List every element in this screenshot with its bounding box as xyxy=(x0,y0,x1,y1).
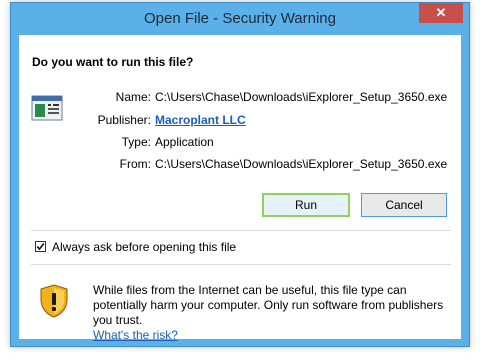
checkmark-icon xyxy=(36,243,45,251)
dialog-body: Do you want to run this file? Name: C:\U… xyxy=(19,35,461,342)
name-value: C:\Users\Chase\Downloads\iExplorer_Setup… xyxy=(155,90,448,104)
type-label: Type: xyxy=(121,135,151,149)
name-label: Name: xyxy=(115,90,151,104)
from-label: From: xyxy=(119,157,151,171)
warning-message: While files from the Internet can be use… xyxy=(93,283,453,343)
security-shield-warning-icon xyxy=(39,284,69,323)
publisher-label: Publisher: xyxy=(97,113,151,127)
close-button[interactable]: ✕ xyxy=(419,3,463,23)
whats-the-risk-link[interactable]: What's the risk? xyxy=(93,328,178,342)
publisher-link[interactable]: Macroplant LLC xyxy=(155,113,246,127)
type-value: Application xyxy=(155,135,214,149)
security-warning-window: Open File - Security Warning ✕ Do you wa… xyxy=(10,2,470,347)
dialog-question: Do you want to run this file? xyxy=(32,55,194,69)
always-ask-label[interactable]: Always ask before opening this file xyxy=(52,240,236,254)
warning-text: While files from the Internet can be use… xyxy=(93,283,444,327)
cancel-button[interactable]: Cancel xyxy=(361,193,447,217)
always-ask-checkbox[interactable] xyxy=(35,241,46,252)
close-icon: ✕ xyxy=(435,5,447,20)
divider-bottom xyxy=(31,264,451,265)
from-value: C:\Users\Chase\Downloads\iExplorer_Setup… xyxy=(155,157,448,171)
divider-top xyxy=(31,230,451,231)
window-title: Open File - Security Warning xyxy=(143,10,336,27)
run-button[interactable]: Run xyxy=(262,193,350,217)
title-bar[interactable]: Open File - Security Warning ✕ xyxy=(11,3,469,37)
